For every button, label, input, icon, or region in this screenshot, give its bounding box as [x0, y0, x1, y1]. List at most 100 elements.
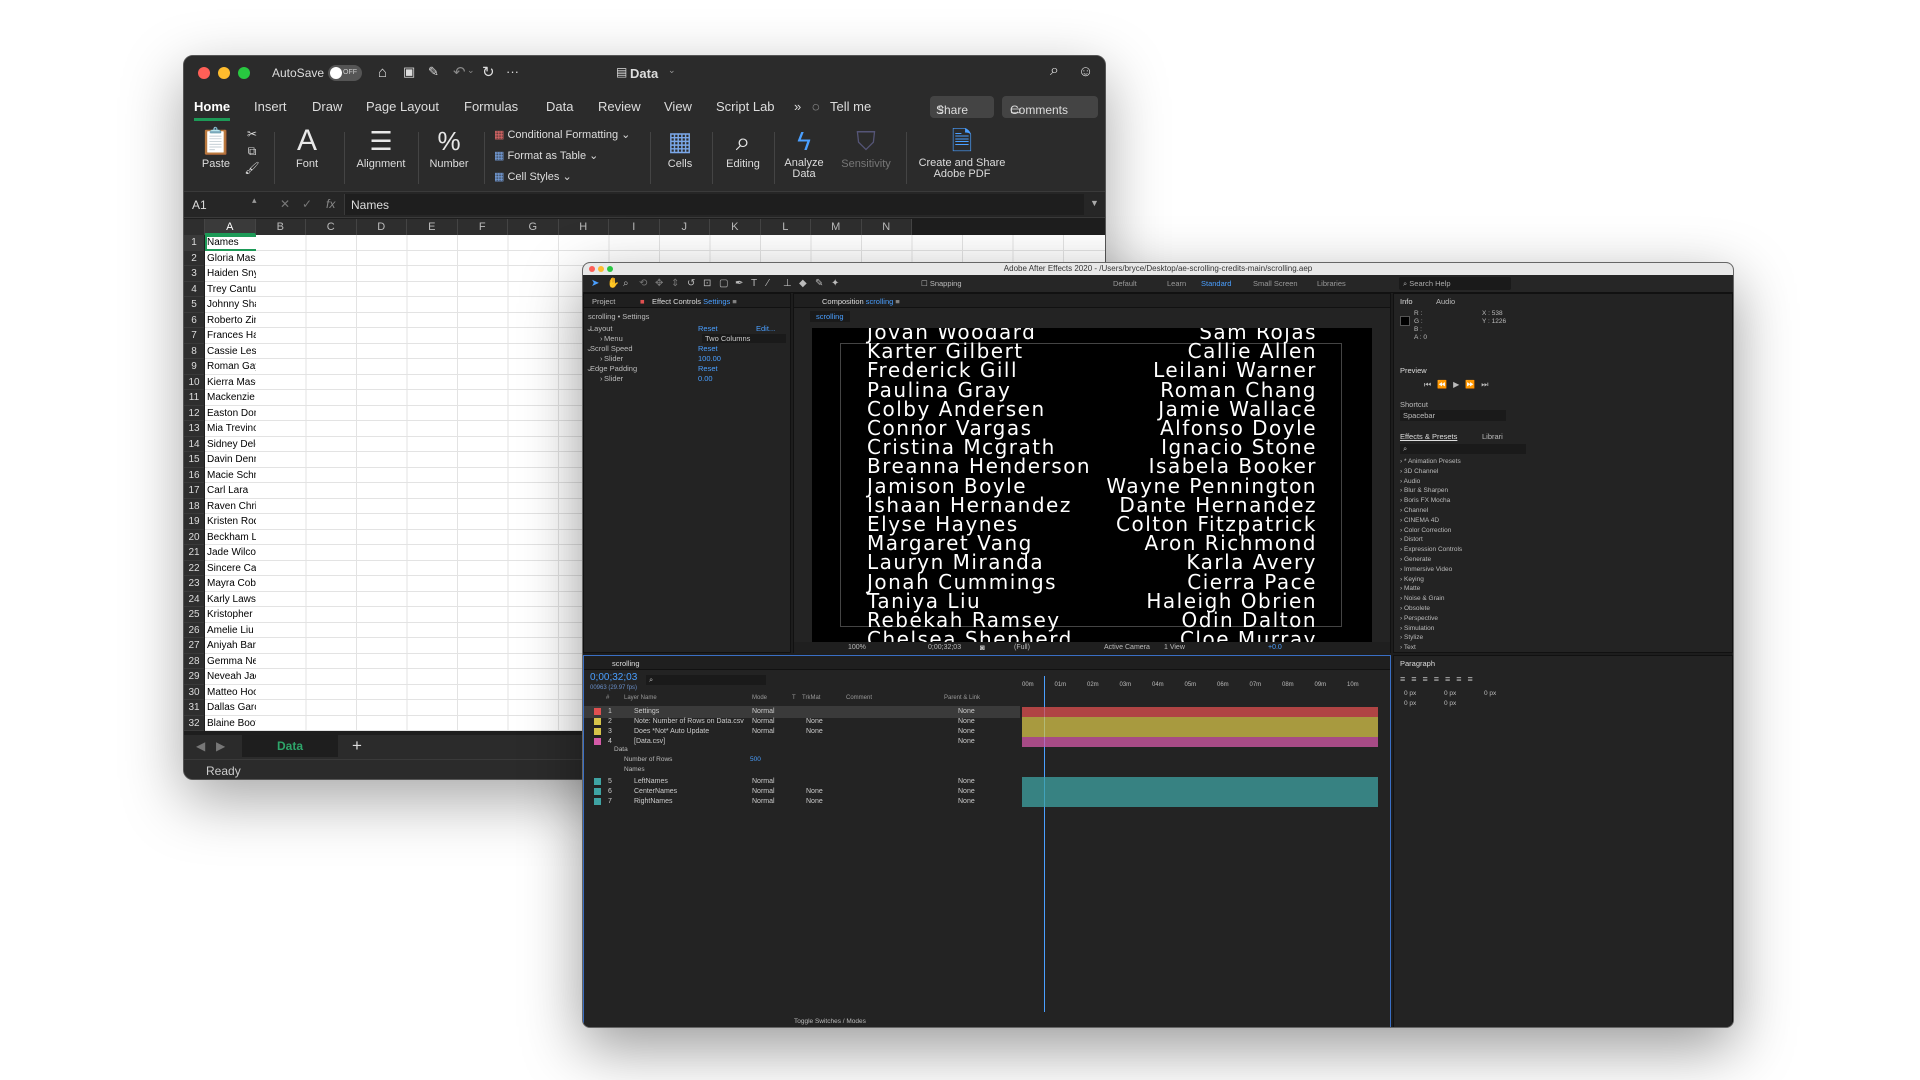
composition-tab[interactable]: Composition scrolling ≡ [822, 297, 900, 306]
column-header-N[interactable]: N [861, 219, 912, 235]
comments-button[interactable]: ▭ Comments [1002, 96, 1098, 118]
disclosure-icon[interactable]: › [600, 374, 603, 383]
format-painter-icon[interactable]: 🖌 [244, 161, 259, 175]
layer-row[interactable]: 4 [Data.csv] None [584, 736, 1020, 748]
effect-property-value[interactable]: 100.00 [698, 354, 721, 363]
column-header-K[interactable]: K [710, 219, 761, 235]
effect-category[interactable]: › Distort [1400, 536, 1423, 543]
snapping-toggle[interactable]: ☐ Snapping [921, 279, 962, 288]
effect-category[interactable]: › Perspective [1400, 615, 1438, 622]
title-chevron-icon[interactable]: ⌄ [668, 65, 676, 76]
effect-property-name[interactable]: Slider [604, 374, 623, 383]
edit-icon[interactable]: ✎ [428, 64, 439, 80]
redo-icon[interactable]: ↻ [482, 63, 495, 81]
more-tabs-icon[interactable]: » [794, 99, 801, 114]
effect-property-name[interactable]: Menu [604, 334, 623, 343]
tab-script-lab[interactable]: Script Lab [716, 99, 775, 114]
column-header-G[interactable]: G [508, 219, 559, 235]
layer-duration-bar[interactable] [1022, 777, 1378, 787]
column-header-H[interactable]: H [558, 219, 609, 235]
row-header[interactable]: 32 [184, 715, 204, 731]
tell-me[interactable]: Tell me [830, 99, 871, 114]
tab-formulas[interactable]: Formulas [464, 99, 518, 114]
layer-name[interactable]: [Data.csv] [634, 736, 665, 748]
time-ruler[interactable]: 00m 01m 02m 03m 04m 05m 06m 07m 08m 09m 10m [1022, 676, 1386, 696]
layer-color-label[interactable] [594, 778, 601, 785]
save-icon[interactable]: ▣ [403, 64, 415, 80]
undo-dropdown-icon[interactable]: ⌄ [467, 65, 475, 76]
row-header[interactable]: 4 [184, 281, 204, 297]
column-header-J[interactable]: J [659, 219, 710, 235]
row-header[interactable]: 18 [184, 498, 204, 514]
row-header[interactable]: 12 [184, 405, 204, 421]
column-header-M[interactable]: M [811, 219, 862, 235]
format-as-table-button[interactable]: ▦ Format as Table ⌄ [494, 149, 598, 162]
effect-category[interactable]: › Text [1400, 644, 1416, 651]
add-sheet-icon[interactable]: + [352, 736, 362, 756]
copy-icon[interactable]: ⧉ [248, 144, 257, 158]
composition-viewer[interactable]: Jovan Woodard Karter Gilbert Frederick Gil… [812, 328, 1372, 642]
row-header[interactable]: 23 [184, 576, 204, 592]
type-tool-icon[interactable]: T [751, 278, 757, 289]
sensitivity-button[interactable]: ⛉ Sensitivity [834, 124, 898, 170]
effect-category[interactable]: › Simulation [1400, 625, 1434, 632]
paste-button[interactable]: 📋 Paste [192, 124, 240, 170]
sheet-tab-data[interactable]: Data [242, 735, 338, 757]
next-sheet-icon[interactable]: ▶ [216, 739, 225, 753]
disclosure-icon[interactable]: ⌄ [586, 324, 592, 333]
resolution-dropdown[interactable]: (Full) [1014, 644, 1030, 651]
row-header[interactable]: 24 [184, 591, 204, 607]
column-header-C[interactable]: C [306, 219, 357, 235]
disclosure-icon[interactable]: ⌄ [586, 364, 592, 373]
row-header[interactable]: 10 [184, 374, 204, 390]
search-icon[interactable]: ⌕ [1050, 62, 1059, 80]
layer-trkmat[interactable]: None [806, 796, 823, 808]
layer-duration-bar[interactable] [1022, 727, 1378, 737]
column-header-L[interactable]: L [760, 219, 811, 235]
adobe-pdf-button[interactable]: 🗎 Create and Share Adobe PDF [910, 124, 1014, 180]
puppet-tool-icon[interactable]: ✦ [831, 278, 839, 289]
row-header[interactable]: 26 [184, 622, 204, 638]
effect-category[interactable]: › Color Correction [1400, 527, 1451, 534]
effect-property-value[interactable]: 0.00 [698, 374, 713, 383]
column-header-I[interactable]: I [609, 219, 660, 235]
layer-duration-bar[interactable] [1022, 707, 1378, 717]
effect-category[interactable]: › Keying [1400, 576, 1424, 583]
effect-property-name[interactable]: Edge Padding [590, 364, 637, 373]
row-header[interactable]: 20 [184, 529, 204, 545]
function-icon[interactable]: fx [326, 197, 335, 211]
minimize-icon[interactable] [598, 266, 604, 272]
timeline-timecode[interactable]: 0;00;32;03 [590, 672, 637, 683]
minimize-icon[interactable] [218, 67, 230, 79]
tab-review[interactable]: Review [598, 99, 641, 114]
effect-category[interactable]: › Channel [1400, 507, 1428, 514]
workspace-learn[interactable]: Learn [1167, 279, 1186, 288]
timeline-tab[interactable]: scrolling [612, 659, 640, 668]
project-tab[interactable]: Project [592, 297, 615, 306]
row-header[interactable]: 1 [184, 235, 204, 251]
tab-draw[interactable]: Draw [312, 99, 342, 114]
column-header-E[interactable]: E [407, 219, 458, 235]
timeline-search-input[interactable]: ⌕ [646, 675, 766, 685]
zoom-icon[interactable] [607, 266, 613, 272]
search-help-input[interactable]: ⌕ Search Help [1399, 277, 1511, 290]
row-header[interactable]: 11 [184, 390, 204, 406]
share-button[interactable]: ⇪ Share [930, 96, 994, 118]
brush-tool-icon[interactable]: ⁄ [767, 278, 769, 289]
effect-category[interactable]: › Boris FX Mocha [1400, 497, 1450, 504]
effect-edit-link[interactable]: Edit... [756, 324, 775, 333]
name-box[interactable]: A1 [192, 198, 207, 212]
space-after[interactable]: 0 px [1444, 700, 1456, 707]
layer-color-label[interactable] [594, 728, 601, 735]
smiley-icon[interactable]: ☺ [1078, 63, 1093, 80]
column-header-D[interactable]: D [356, 219, 407, 235]
layer-duration-bar[interactable] [1022, 717, 1378, 727]
layer-name[interactable]: RightNames [634, 796, 673, 808]
confirm-icon[interactable]: ✓ [302, 197, 312, 211]
effect-controls-tab[interactable]: Effect Controls Settings ≡ [652, 297, 737, 306]
effect-category[interactable]: › Blur & Sharpen [1400, 487, 1448, 494]
row-header[interactable]: 15 [184, 452, 204, 468]
row-header[interactable]: 14 [184, 436, 204, 452]
tab-data[interactable]: Data [546, 99, 573, 114]
layer-color-label[interactable] [594, 718, 601, 725]
